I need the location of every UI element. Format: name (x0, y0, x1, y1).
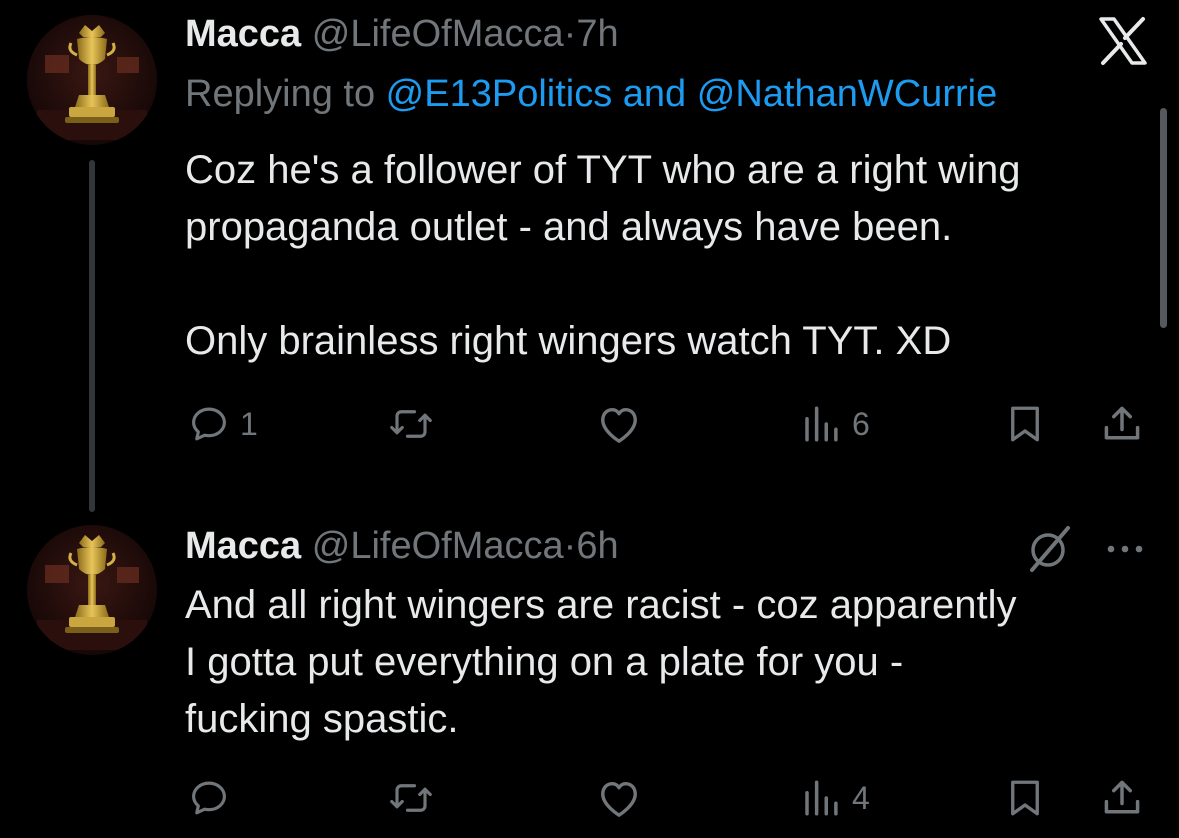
bookmark-icon (1011, 780, 1039, 816)
tweet-header: Macca @LifeOfMacca·6h (185, 524, 619, 568)
mention-link[interactable]: @NathanWCurrie (697, 73, 997, 115)
mention-link[interactable]: @E13Politics (386, 73, 613, 115)
views-button[interactable]: 6 (800, 400, 870, 448)
like-icon (601, 407, 637, 443)
views-icon (805, 406, 838, 442)
timestamp[interactable]: 7h (576, 13, 618, 55)
repost-icon (390, 410, 432, 438)
bookmark-icon (1011, 406, 1039, 442)
like-button[interactable] (596, 774, 652, 822)
repost-button[interactable] (388, 774, 444, 822)
share-button[interactable] (1099, 400, 1145, 448)
share-icon (1104, 780, 1140, 814)
views-count: 4 (852, 780, 870, 816)
share-button[interactable] (1099, 774, 1145, 822)
reply-button[interactable] (188, 774, 240, 822)
grok-icon[interactable] (1024, 524, 1074, 579)
handle[interactable]: @LifeOfMacca (312, 525, 564, 567)
reply-icon (192, 781, 226, 815)
tweet-2[interactable]: Macca @LifeOfMacca·6h And all right wing… (0, 510, 1179, 838)
replying-to-label: Replying to (185, 73, 386, 115)
tweet-text: Coz he's a follower of TYT who are a rig… (185, 148, 1021, 363)
tweet-text: And all right wingers are racist - coz a… (185, 583, 1017, 741)
bookmark-button[interactable] (1004, 774, 1046, 822)
replying-to-and: and (612, 73, 697, 115)
reply-button[interactable]: 1 (188, 400, 258, 448)
scrollbar[interactable] (1160, 108, 1167, 328)
reply-icon (192, 407, 226, 441)
share-icon (1104, 406, 1140, 440)
avatar[interactable] (27, 525, 157, 655)
trophy-image (27, 525, 157, 655)
timestamp[interactable]: 6h (576, 525, 618, 567)
more-icon[interactable] (1101, 534, 1149, 569)
trophy-image (27, 15, 157, 145)
display-name[interactable]: Macca (185, 13, 301, 55)
views-count: 6 (852, 406, 870, 442)
separator-dot: · (563, 13, 577, 55)
tweet-header: Macca @LifeOfMacca·7h (185, 12, 619, 56)
replying-to: Replying to @E13Politics and @NathanWCur… (185, 72, 997, 116)
reply-count: 1 (240, 406, 258, 442)
views-icon (805, 780, 838, 816)
display-name[interactable]: Macca (185, 525, 301, 567)
like-icon (601, 781, 637, 817)
x-logo-icon[interactable] (1097, 16, 1149, 71)
tweet-1[interactable]: Macca @LifeOfMacca·7h Replying to @E13Po… (0, 0, 1179, 500)
separator-dot: · (563, 525, 577, 567)
like-button[interactable] (596, 400, 652, 448)
handle[interactable]: @LifeOfMacca (312, 13, 564, 55)
repost-button[interactable] (388, 400, 444, 448)
repost-icon (390, 784, 432, 812)
bookmark-button[interactable] (1004, 400, 1046, 448)
views-button[interactable]: 4 (800, 774, 870, 822)
avatar[interactable] (27, 15, 157, 145)
